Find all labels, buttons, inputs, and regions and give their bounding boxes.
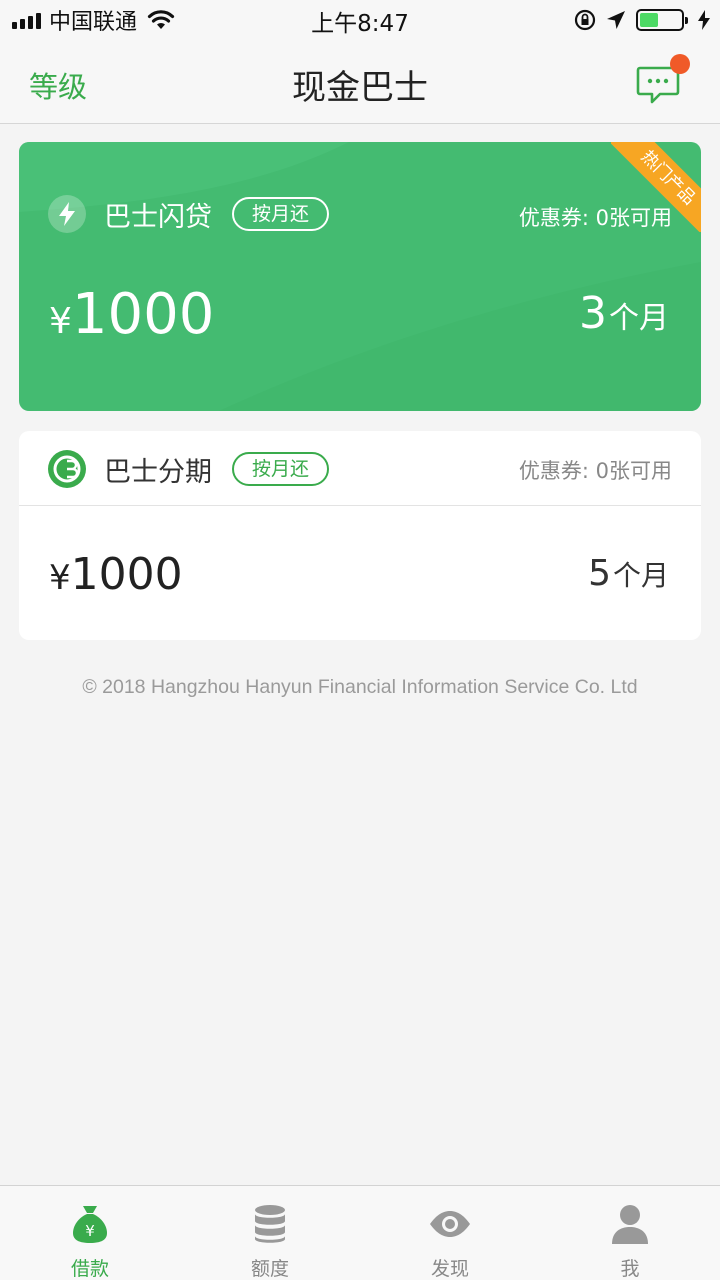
card-background-wave [19, 142, 701, 411]
card-divider [19, 505, 701, 506]
eye-icon [430, 1211, 470, 1237]
term-unit: 个月 [612, 559, 669, 592]
term-unit: 个月 [609, 301, 669, 336]
user-icon [612, 1205, 648, 1244]
copyright-text: © 2018 Hangzhou Hanyun Financial Informa… [82, 676, 638, 698]
amount-value: 1000 [70, 549, 183, 600]
tab-me[interactable]: 我 [540, 1186, 720, 1280]
currency-symbol: ¥ [49, 558, 71, 598]
nav-bar: 等级 现金巴士 [0, 40, 720, 124]
term-value: 3 [579, 288, 607, 339]
status-bar: 中国联通 上午8:47 [0, 0, 720, 40]
amount-value: 1000 [71, 282, 215, 347]
product-name: 巴士闪贷 [104, 201, 212, 233]
currency-symbol: ¥ [49, 301, 72, 342]
loan-term: 3个月 [579, 288, 669, 339]
svg-text:¥: ¥ [85, 1222, 95, 1240]
tab-credit-limit[interactable]: 额度 [180, 1186, 360, 1280]
product-card-flash-loan[interactable]: 热门产品 巴士闪贷 按月还 优惠券: 0张可用 ¥1000 3个月 [19, 142, 701, 411]
database-icon [255, 1205, 285, 1243]
loan-term: 5个月 [588, 553, 669, 594]
page-title: 现金巴士 [292, 68, 428, 108]
coupon-info: 优惠券: 0张可用 [518, 459, 672, 483]
battery-icon [636, 9, 688, 31]
lightning-icon [48, 195, 86, 233]
tab-bar: ¥ 借款 额度 发现 我 [0, 1185, 720, 1280]
loan-amount: ¥1000 [49, 549, 183, 600]
notification-dot [670, 54, 690, 74]
product-name: 巴士分期 [104, 456, 212, 488]
tab-label: 发现 [430, 1258, 469, 1280]
coupon-info: 优惠券: 0张可用 [518, 206, 672, 230]
loan-amount: ¥1000 [49, 282, 214, 347]
term-value: 5 [588, 553, 611, 594]
tab-discover[interactable]: 发现 [360, 1186, 540, 1280]
rotation-lock-icon [574, 9, 596, 31]
tab-loan[interactable]: ¥ 借款 [0, 1186, 180, 1280]
money-bag-icon: ¥ [73, 1206, 107, 1243]
tab-label: 我 [620, 1258, 640, 1280]
installment-logo-icon [48, 450, 86, 488]
product-card-installment[interactable]: 巴士分期 按月还 优惠券: 0张可用 ¥1000 5个月 [19, 431, 701, 640]
tab-label: 额度 [250, 1258, 289, 1280]
repayment-tag: 按月还 [232, 452, 330, 486]
location-arrow-icon [607, 11, 625, 29]
charging-bolt-icon [698, 10, 710, 30]
repayment-tag: 按月还 [232, 197, 330, 231]
tab-label: 借款 [70, 1258, 109, 1280]
message-button[interactable] [634, 54, 690, 108]
